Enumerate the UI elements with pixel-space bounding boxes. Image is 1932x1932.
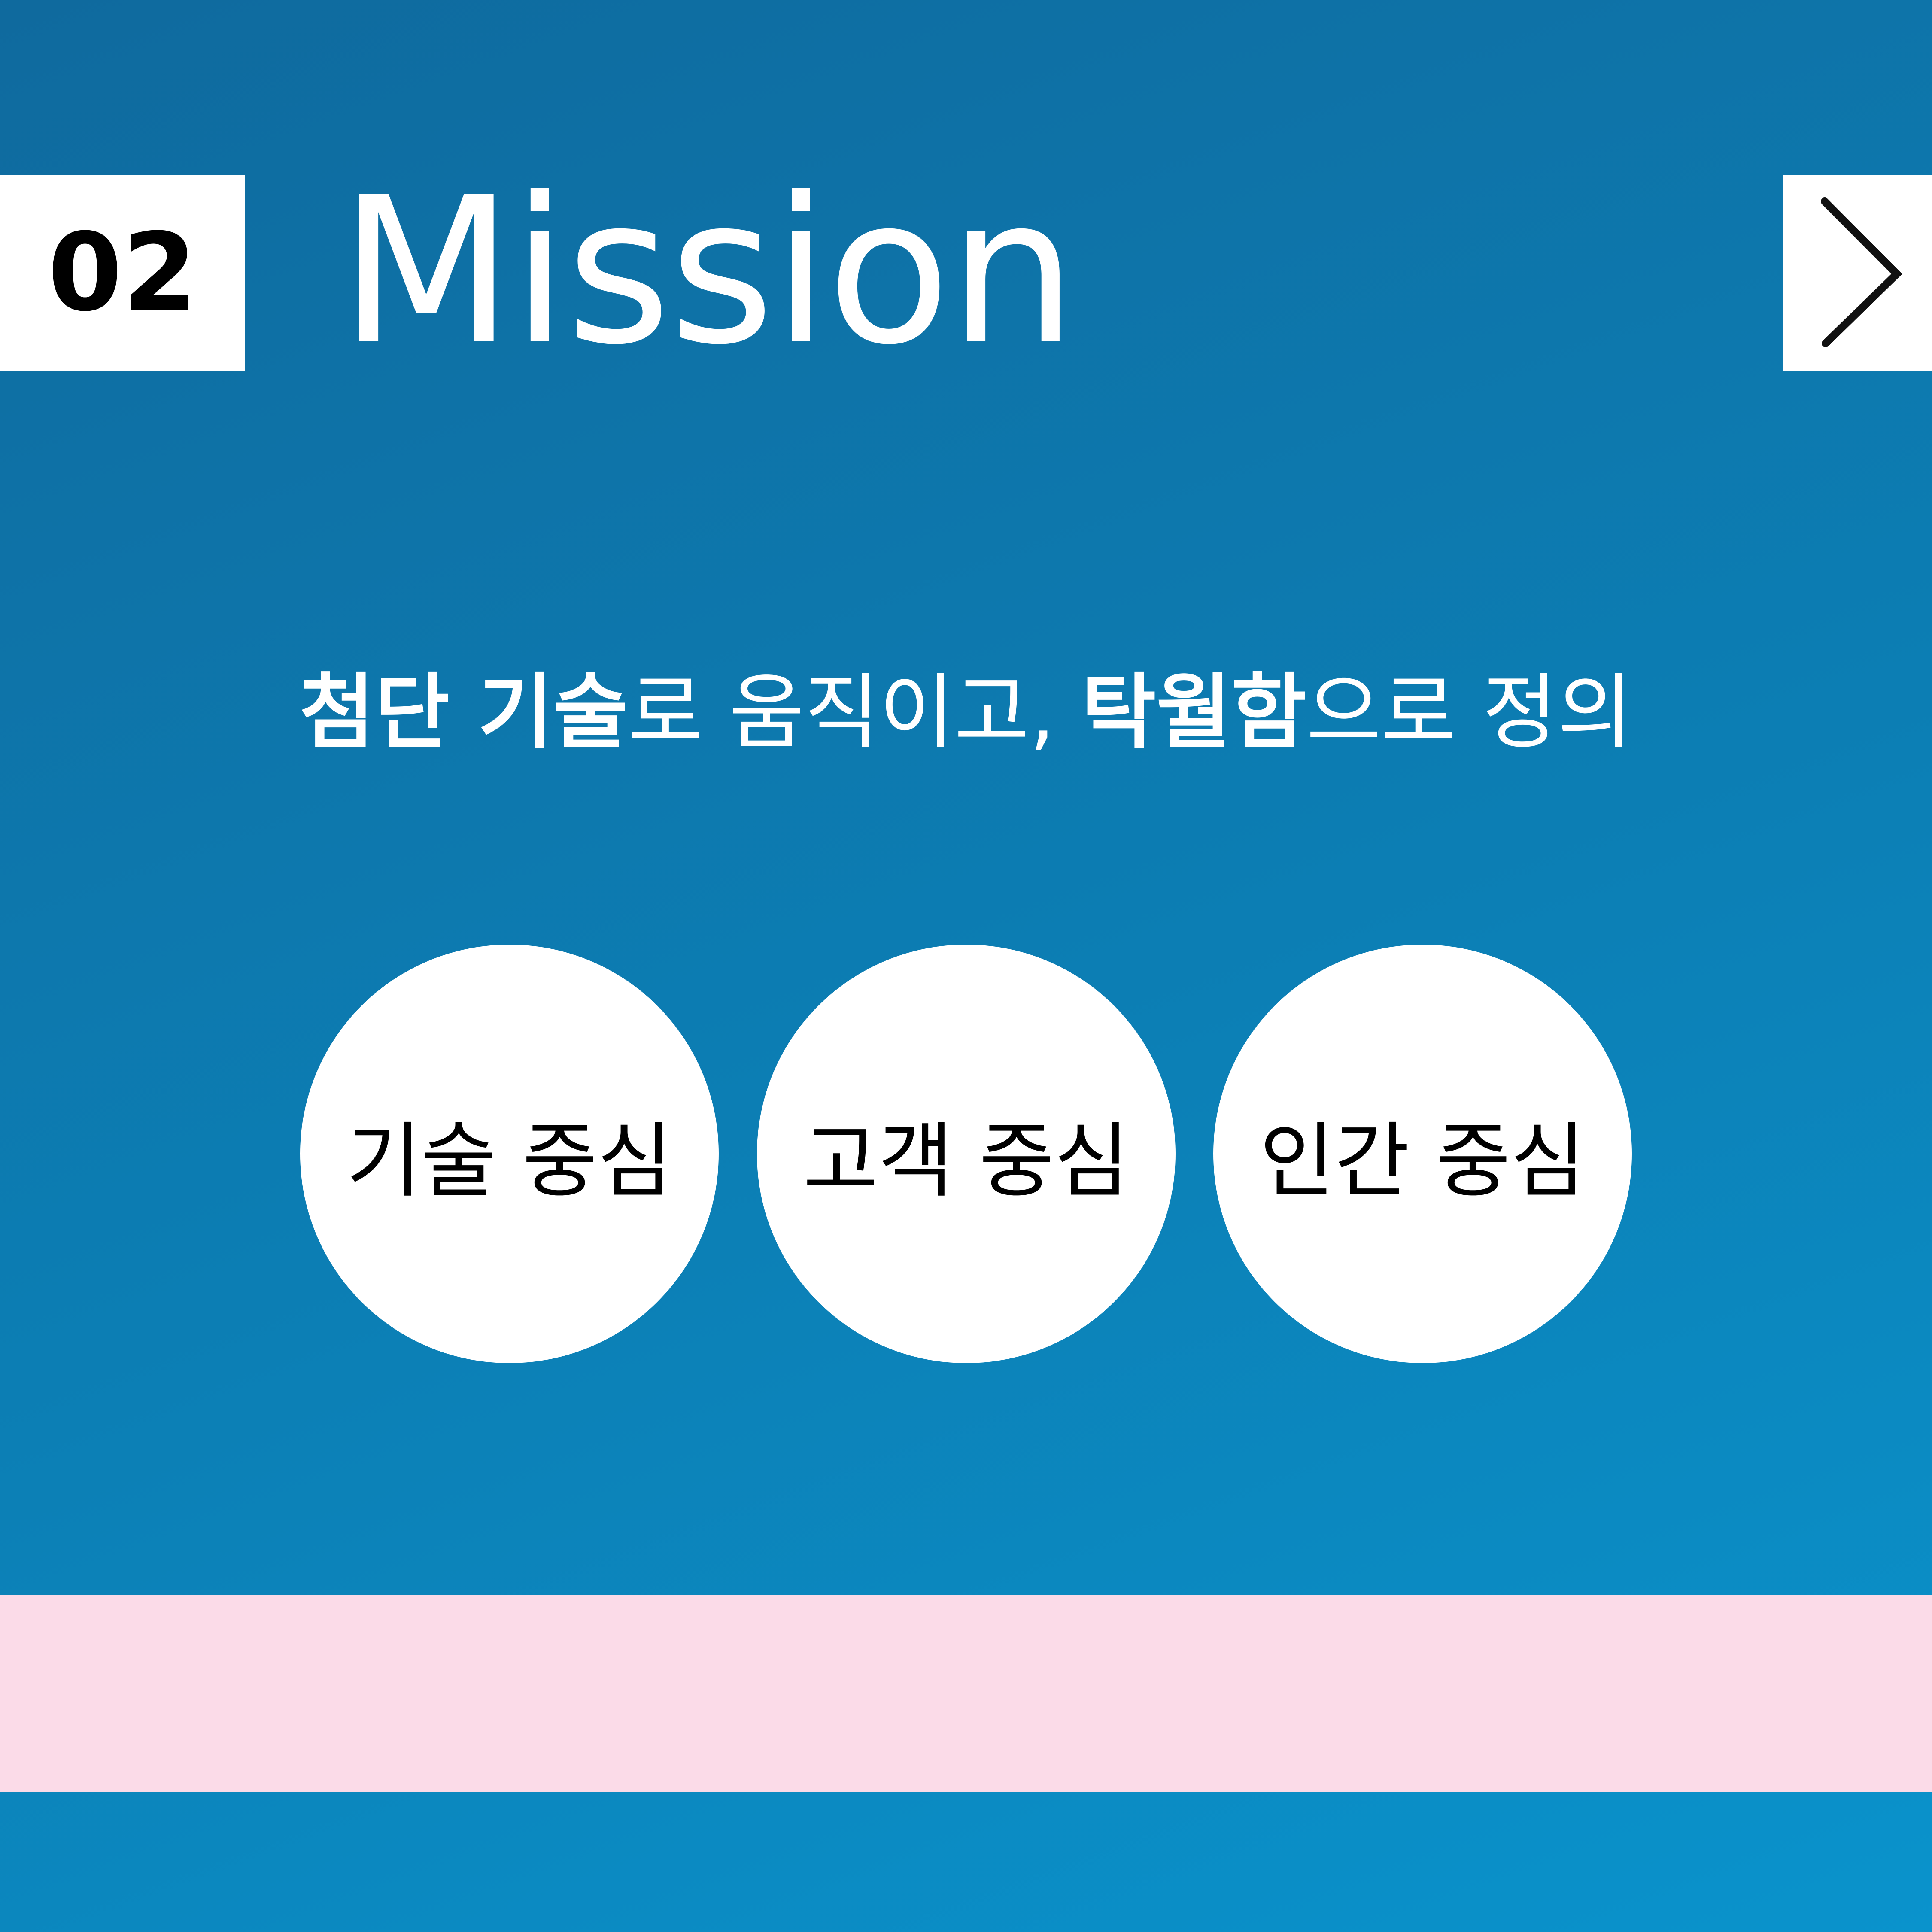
value-label: 기술 중심 xyxy=(346,1114,673,1209)
statement-text-1: 로 움직이고, xyxy=(628,665,1081,760)
value-label: 인간 중심 xyxy=(1259,1114,1586,1209)
decorative-band xyxy=(0,1595,1932,1792)
value-label: 고객 중심 xyxy=(803,1114,1130,1209)
statement-highlight-tech: 첨단 기술 xyxy=(299,665,629,760)
value-circle-customer: 고객 중심 xyxy=(757,945,1176,1363)
value-circle-technology: 기술 중심 xyxy=(300,945,719,1363)
section-number-box: 02 xyxy=(0,175,245,371)
page-title: Mission xyxy=(339,154,1077,389)
next-button[interactable] xyxy=(1783,175,1932,371)
mission-statement: 첨단 기술로 움직이고, 탁월함으로 정의 xyxy=(0,661,1932,764)
section-number: 02 xyxy=(48,210,197,335)
chevron-right-icon xyxy=(1821,197,1902,347)
statement-text-2: 으로 정의 xyxy=(1306,665,1633,760)
value-circle-human: 인간 중심 xyxy=(1213,945,1632,1363)
statement-highlight-excellence: 탁월함 xyxy=(1081,665,1306,760)
